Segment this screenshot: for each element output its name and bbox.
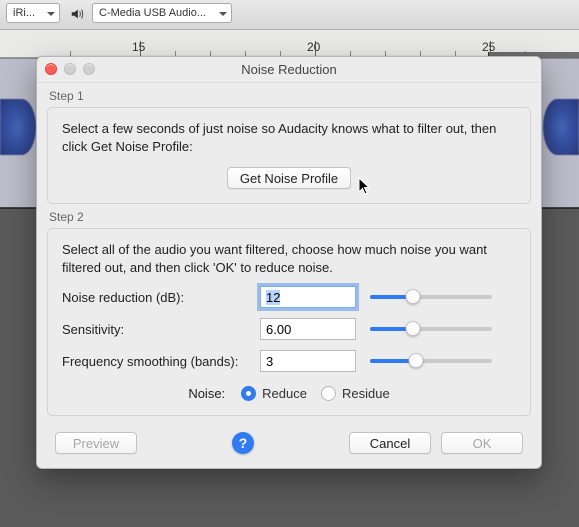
frequency-smoothing-label: Frequency smoothing (bands): — [62, 354, 260, 369]
step2-label: Step 2 — [47, 210, 531, 228]
residue-radio-label: Residue — [342, 386, 390, 401]
step1-group: Select a few seconds of just noise so Au… — [47, 107, 531, 204]
minimize-icon — [64, 63, 76, 75]
zoom-icon — [83, 63, 95, 75]
residue-radio[interactable]: Residue — [321, 386, 390, 401]
record-device-dropdown[interactable]: iRi... — [6, 3, 60, 23]
ruler-tick-15: 15 — [132, 40, 145, 54]
reduce-radio[interactable]: Reduce — [241, 386, 307, 401]
cancel-button[interactable]: Cancel — [349, 432, 431, 454]
radio-checked-icon — [241, 386, 256, 401]
close-icon[interactable] — [45, 63, 57, 75]
frequency-smoothing-slider[interactable] — [370, 359, 492, 363]
noise-reduction-dialog: Noise Reduction Step 1 Select a few seco… — [36, 56, 542, 469]
dialog-titlebar[interactable]: Noise Reduction — [37, 57, 541, 83]
help-button[interactable]: ? — [232, 432, 254, 454]
sensitivity-input[interactable] — [260, 318, 356, 340]
noise-reduction-slider[interactable] — [370, 295, 492, 299]
noise-reduction-input[interactable] — [260, 286, 356, 308]
cancel-label: Cancel — [370, 436, 410, 451]
reduce-radio-label: Reduce — [262, 386, 307, 401]
dialog-title: Noise Reduction — [37, 62, 541, 77]
sensitivity-slider[interactable] — [370, 327, 492, 331]
preview-button[interactable]: Preview — [55, 432, 137, 454]
noise-mode-label: Noise: — [188, 386, 225, 401]
cursor-icon — [358, 177, 372, 197]
app-toolbar: iRi... C-Media USB Audio... — [0, 0, 579, 30]
playback-device-label: C-Media USB Audio... — [99, 7, 206, 19]
step1-instructions: Select a few seconds of just noise so Au… — [62, 120, 516, 155]
frequency-smoothing-input[interactable] — [260, 350, 356, 372]
step1-label: Step 1 — [47, 89, 531, 107]
help-icon: ? — [239, 435, 248, 451]
step2-group: Select all of the audio you want filtere… — [47, 228, 531, 416]
preview-label: Preview — [73, 436, 119, 451]
step2-instructions: Select all of the audio you want filtere… — [62, 241, 516, 276]
radio-unchecked-icon — [321, 386, 336, 401]
noise-reduction-label: Noise reduction (dB): — [62, 290, 260, 305]
ruler-tick-20: 20 — [307, 40, 320, 54]
get-noise-profile-label: Get Noise Profile — [240, 171, 338, 186]
speaker-icon — [70, 7, 84, 21]
playback-device-dropdown[interactable]: C-Media USB Audio... — [92, 3, 232, 23]
sensitivity-label: Sensitivity: — [62, 322, 260, 337]
get-noise-profile-button[interactable]: Get Noise Profile — [227, 167, 351, 189]
ok-label: OK — [473, 436, 492, 451]
timeline-ruler[interactable]: 15 20 25 — [0, 30, 579, 58]
ok-button[interactable]: OK — [441, 432, 523, 454]
record-device-label: iRi... — [13, 7, 35, 19]
